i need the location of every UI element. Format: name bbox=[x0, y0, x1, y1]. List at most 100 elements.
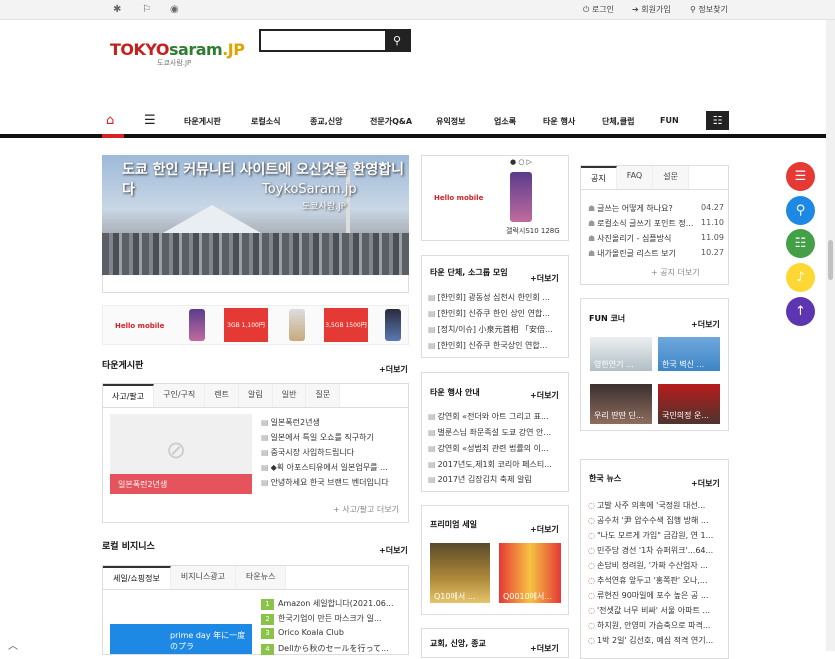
nav-item-fun[interactable]: FUN bbox=[660, 116, 679, 125]
list-item[interactable]: ◌ 추석연휴 앞두고 '홍쪽판' 오나,... bbox=[588, 575, 726, 586]
tab-notice[interactable]: 공지 bbox=[581, 166, 617, 189]
ad-box-middle[interactable]: ● ○ ▷ Hello mobile 갤럭시S10 128G bbox=[421, 155, 569, 241]
more-link[interactable]: +더보기 bbox=[379, 545, 408, 556]
list-item[interactable]: ▤ [한인회] 신쥬쿠 한국상인 연합... bbox=[428, 340, 564, 351]
list-item[interactable]: ▤ 중국시장 사입하드립니다 bbox=[261, 447, 406, 458]
list-item[interactable]: ◌ 1박 2일' 김선호, 예심 적격 연기... bbox=[588, 635, 726, 646]
hamburger-icon[interactable]: ☰ bbox=[144, 113, 156, 128]
list-item[interactable]: 2 한국기업이 만든 마스크가 일... bbox=[261, 613, 406, 625]
more-link[interactable]: +더보기 bbox=[530, 643, 559, 654]
logo-subtitle: 도쿄사람.JP bbox=[157, 59, 192, 67]
tab-town-news[interactable]: 타운뉴스 bbox=[236, 566, 287, 589]
tab-buy-sell[interactable]: 사고/팔고 bbox=[103, 384, 155, 407]
list-item-text: 공수처 '尹 압수수색 집행 방해 ... bbox=[596, 516, 709, 525]
fun-thumbnail[interactable]: 한국 벽신 ... bbox=[658, 337, 720, 371]
site-logo[interactable]: TOKYOsaram.JP bbox=[110, 40, 245, 59]
signup-link[interactable]: ➔ 회원가입 bbox=[632, 4, 671, 15]
list-item[interactable]: ◌ 민주당 경선 '1차 슈퍼위크'...64... bbox=[588, 545, 726, 556]
nav-active-indicator bbox=[102, 134, 124, 138]
search-button[interactable]: ⚲ bbox=[385, 31, 409, 50]
scrollbar-thumb[interactable] bbox=[828, 240, 833, 280]
list-item[interactable]: ☗ 글쓰는 어떻게 하나요? bbox=[588, 203, 698, 214]
sale-thumbnail[interactable]: Q0010에서... bbox=[499, 543, 561, 603]
list-item[interactable]: ▤ [한인회] 광동성 심천시 한인회 ... bbox=[428, 292, 564, 303]
nav-item-local-news[interactable]: 로컬소식 bbox=[251, 116, 280, 127]
more-link[interactable]: +더보기 bbox=[379, 364, 408, 375]
list-item[interactable]: ▤ 2017년 김장김치 축제 알림 bbox=[428, 474, 564, 485]
list-item[interactable]: ◌ 류현진 90마일에 포수 높은 공 ... bbox=[588, 590, 726, 601]
fun-thumbnail[interactable]: 우리 딴딴 딘... bbox=[590, 384, 652, 424]
list-item[interactable]: 1 Amazon 세일합니다(2021.06... bbox=[261, 598, 406, 610]
list-item[interactable]: 4 Dellから秋のセールを行って... bbox=[261, 643, 406, 655]
tab-survey[interactable]: 설문 bbox=[653, 166, 689, 189]
fab-menu-button[interactable]: ☰ bbox=[786, 162, 815, 191]
ad-banner-left[interactable]: Hello mobile 3GB 1,100円 3,5GB 1500円 bbox=[102, 305, 409, 345]
tab-general[interactable]: 일반 bbox=[272, 384, 307, 407]
nav-item-clubs[interactable]: 단체,클럽 bbox=[602, 116, 634, 127]
rss-icon[interactable]: ◉ bbox=[170, 4, 179, 15]
tab-biz-ad[interactable]: 비지니스광고 bbox=[170, 566, 237, 589]
fun-thumbnail[interactable]: 국민의정 운... bbox=[658, 384, 720, 424]
bookmark-icon[interactable]: ⚐ bbox=[142, 4, 151, 15]
find-info-link[interactable]: ⚲ 정보찾기 bbox=[690, 4, 728, 15]
list-item[interactable]: ▤ 일본폭런2년생 bbox=[261, 417, 406, 428]
prime-day-banner[interactable]: prime day 年に一度のプラ bbox=[110, 624, 252, 654]
tab-notice[interactable]: 알림 bbox=[239, 384, 273, 407]
fab-list-button[interactable]: ☷ bbox=[786, 229, 815, 258]
list-item[interactable]: ☗ 내가올린글 리스트 보기 bbox=[588, 248, 698, 259]
fun-box: FUN 코너 +더보기 영한연기 ... 한국 벽신 ... 우리 딴딴 딘..… bbox=[580, 298, 729, 431]
post-thumbnail[interactable]: ⊘ 일본폭런2년생 bbox=[110, 414, 252, 494]
tab-rent[interactable]: 렌트 bbox=[205, 384, 240, 407]
list-item[interactable]: ▤ 벌룬스님 좌문족설 도쿄 강연 안... bbox=[428, 427, 564, 438]
nav-item-expert-qa[interactable]: 전문가Q&A bbox=[370, 116, 412, 127]
list-item[interactable]: ◌ 손담비 정려원, '가짜 수산업자 ... bbox=[588, 560, 726, 571]
nav-item-directory[interactable]: 업소록 bbox=[494, 116, 516, 127]
more-link[interactable]: +더보기 bbox=[530, 273, 559, 284]
nav-item-town-board[interactable]: 타운게시판 bbox=[184, 116, 221, 127]
search-input[interactable] bbox=[261, 31, 385, 50]
list-item[interactable]: ▤ [한인회] 신쥬쿠 한인 상인 연합... bbox=[428, 308, 564, 319]
list-item[interactable]: ▤ 안녕하세요 한국 브랜드 벤더입니다 bbox=[261, 477, 406, 488]
list-item[interactable]: ▤ 강연회 «전더와 아트 그리고 표... bbox=[428, 411, 564, 422]
list-item[interactable]: ◌ '전셋값 너무 비싸' 서울 아파트 ... bbox=[588, 605, 726, 616]
list-item[interactable]: ◌ "나도 모르게 가입" 금감원, 연 1... bbox=[588, 530, 726, 541]
notice-more-link[interactable]: + 공지 더보기 bbox=[651, 267, 700, 278]
list-item[interactable]: ▤ [정치/이슈] 小泉元首相 「安倍... bbox=[428, 324, 564, 335]
tab-question[interactable]: 질문 bbox=[306, 384, 341, 407]
fab-search-button[interactable]: ⚲ bbox=[786, 196, 815, 225]
page-scrollbar[interactable] bbox=[826, 20, 835, 651]
list-item[interactable]: ◌ 고발 사주 의혹에 '국정원 대선... bbox=[588, 500, 726, 511]
nav-item-useful-info[interactable]: 유익정보 bbox=[436, 116, 465, 127]
list-item[interactable]: ▤ 2017년도,제1회 코리아 페스티... bbox=[428, 459, 564, 470]
post-date: 11.10 bbox=[701, 218, 724, 227]
home-icon[interactable]: ⌂ bbox=[106, 113, 114, 128]
menu-button[interactable]: ☷ bbox=[706, 111, 729, 130]
chevron-up-icon[interactable]: ︿ bbox=[8, 637, 18, 652]
list-item[interactable]: ◌ 하지원, 안영미 가슴축으로 파격... bbox=[588, 620, 726, 631]
tab-jobs[interactable]: 구인/구직 bbox=[154, 384, 206, 407]
login-link[interactable]: ⏻ 로그인 bbox=[583, 4, 614, 15]
list-item[interactable]: ▤ 강연회 «성범죄 관련 법률의 이... bbox=[428, 443, 564, 454]
more-link[interactable]: +더보기 bbox=[691, 478, 720, 489]
fab-scroll-top-button[interactable]: ↑ bbox=[786, 297, 815, 326]
town-board-more-link[interactable]: + 사고/팔고 더보기 bbox=[333, 504, 399, 515]
welcome-banner[interactable]: 도쿄 한인 커뮤니티 사이트에 오신것을 환영합니다 ToykoSaram.jp… bbox=[102, 155, 409, 275]
list-item[interactable]: ▤ ◆획 아포스티유에서 일본업무를 ... bbox=[261, 462, 406, 473]
more-link[interactable]: +더보기 bbox=[691, 319, 720, 330]
fab-bell-button[interactable]: ♪ bbox=[786, 263, 815, 292]
more-link[interactable]: +더보기 bbox=[530, 390, 559, 401]
list-item[interactable]: ◌ 공수처 '尹 압수수색 집행 방해 ... bbox=[588, 515, 726, 526]
comment-icon: ◌ bbox=[588, 591, 595, 600]
list-item[interactable]: 3 Orico Koala Club bbox=[261, 628, 406, 639]
sale-thumbnail[interactable]: Q10에서 ... bbox=[430, 543, 490, 603]
more-link[interactable]: +더보기 bbox=[530, 524, 559, 535]
fun-thumbnail[interactable]: 영한연기 ... bbox=[590, 337, 652, 371]
tab-faq[interactable]: FAQ bbox=[616, 166, 654, 189]
list-item[interactable]: ▤ 일본에서 특일 오쇼를 직구하기 bbox=[261, 432, 406, 443]
bug-icon[interactable]: ✱ bbox=[113, 4, 121, 15]
nav-item-town-events[interactable]: 타운 행사 bbox=[543, 116, 575, 127]
list-item[interactable]: ☗ 사진올리기 - 심플방식 bbox=[588, 233, 698, 244]
nav-item-religion[interactable]: 종교,신앙 bbox=[310, 116, 342, 127]
list-item[interactable]: ☗ 로컬소식 글쓰기 포인트 정... bbox=[588, 218, 698, 229]
tab-sale[interactable]: 세일/쇼핑정보 bbox=[103, 566, 171, 589]
